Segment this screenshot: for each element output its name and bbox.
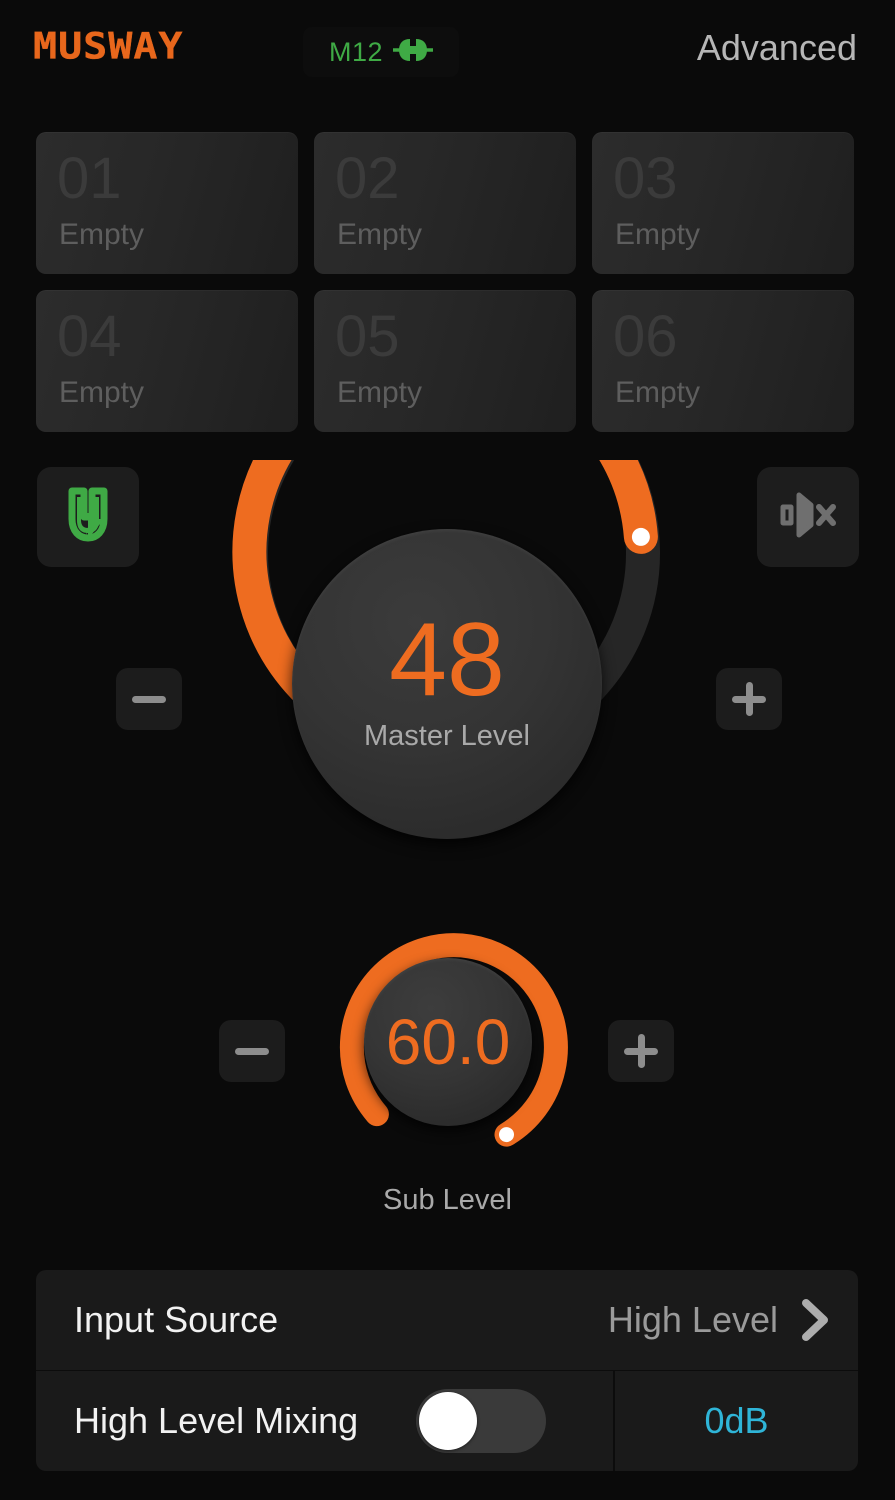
plus-icon-v — [745, 682, 753, 716]
app-header: MUSWAY M12 Advanced — [0, 0, 895, 108]
preset-state: Empty — [59, 218, 145, 251]
preset-tile-06[interactable]: 06 Empty — [592, 290, 854, 432]
preset-tile-05[interactable]: 05 Empty — [314, 290, 576, 432]
master-decrement-button[interactable] — [116, 668, 182, 730]
musway-logo: MUSWAY — [33, 25, 184, 68]
minus-icon — [132, 695, 166, 703]
preset-state: Empty — [615, 376, 701, 409]
settings-rows: Input Source High Level High Level Mixin… — [36, 1270, 858, 1471]
preset-number: 05 — [335, 304, 400, 369]
sub-knob-face[interactable]: 60.0 — [364, 958, 532, 1126]
master-level-knob[interactable]: 48 Master Level — [216, 460, 678, 910]
high-level-mixing-toggle[interactable] — [416, 1389, 547, 1453]
input-source-title: Input Source — [74, 1299, 279, 1340]
advanced-button[interactable]: Advanced — [697, 30, 857, 66]
sub-level-section: 60.0 Sub Level — [0, 920, 895, 1230]
sub-increment-button[interactable] — [608, 1020, 674, 1082]
mute-button[interactable] — [757, 467, 859, 567]
preset-number: 03 — [613, 146, 678, 211]
speaker-mute-icon — [777, 489, 839, 546]
sub-level-label: Sub Level — [383, 1184, 512, 1216]
preset-grid: 01 Empty 02 Empty 03 Empty 04 Empty 05 E… — [36, 132, 858, 432]
master-increment-button[interactable] — [716, 668, 782, 730]
input-source-row[interactable]: Input Source High Level — [36, 1270, 858, 1370]
master-level-label: Master Level — [363, 719, 530, 752]
preset-number: 04 — [57, 304, 122, 369]
preset-number: 01 — [57, 146, 122, 211]
sub-level-value: 60.0 — [385, 1006, 511, 1078]
high-level-mixing-row: High Level Mixing 0dB — [36, 1370, 858, 1471]
toggle-thumb — [419, 1392, 478, 1450]
plus-icon-v — [637, 1034, 645, 1068]
chevron-right-icon[interactable] — [798, 1297, 832, 1343]
high-level-mixing-db-cell[interactable]: 0dB — [613, 1371, 858, 1471]
energy-bolt-icon — [64, 487, 112, 548]
preset-number: 06 — [613, 304, 678, 369]
minus-icon — [235, 1047, 269, 1055]
sub-decrement-button[interactable] — [219, 1020, 285, 1082]
device-model-badge[interactable]: M12 — [303, 27, 459, 77]
master-level-value: 48 — [389, 602, 505, 719]
high-level-mixing-title: High Level Mixing — [74, 1400, 359, 1441]
master-level-section: 48 Master Level — [0, 456, 895, 906]
input-source-value: High Level — [607, 1299, 778, 1340]
preset-tile-04[interactable]: 04 Empty — [36, 290, 298, 432]
preset-state: Empty — [337, 218, 423, 251]
preset-number: 02 — [335, 146, 400, 211]
preset-tile-02[interactable]: 02 Empty — [314, 132, 576, 274]
preset-state: Empty — [59, 376, 145, 409]
sub-level-knob[interactable]: 60.0 — [325, 920, 571, 1170]
preset-tile-01[interactable]: 01 Empty — [36, 132, 298, 274]
preset-state: Empty — [615, 218, 701, 251]
preset-state: Empty — [337, 376, 423, 409]
energy-mode-button[interactable] — [37, 467, 139, 567]
high-level-mixing-db-value: 0dB — [704, 1400, 769, 1441]
master-knob-face[interactable]: 48 Master Level — [292, 529, 602, 839]
device-model-label: M12 — [328, 36, 384, 67]
preset-tile-03[interactable]: 03 Empty — [592, 132, 854, 274]
plug-connected-icon — [391, 37, 435, 68]
